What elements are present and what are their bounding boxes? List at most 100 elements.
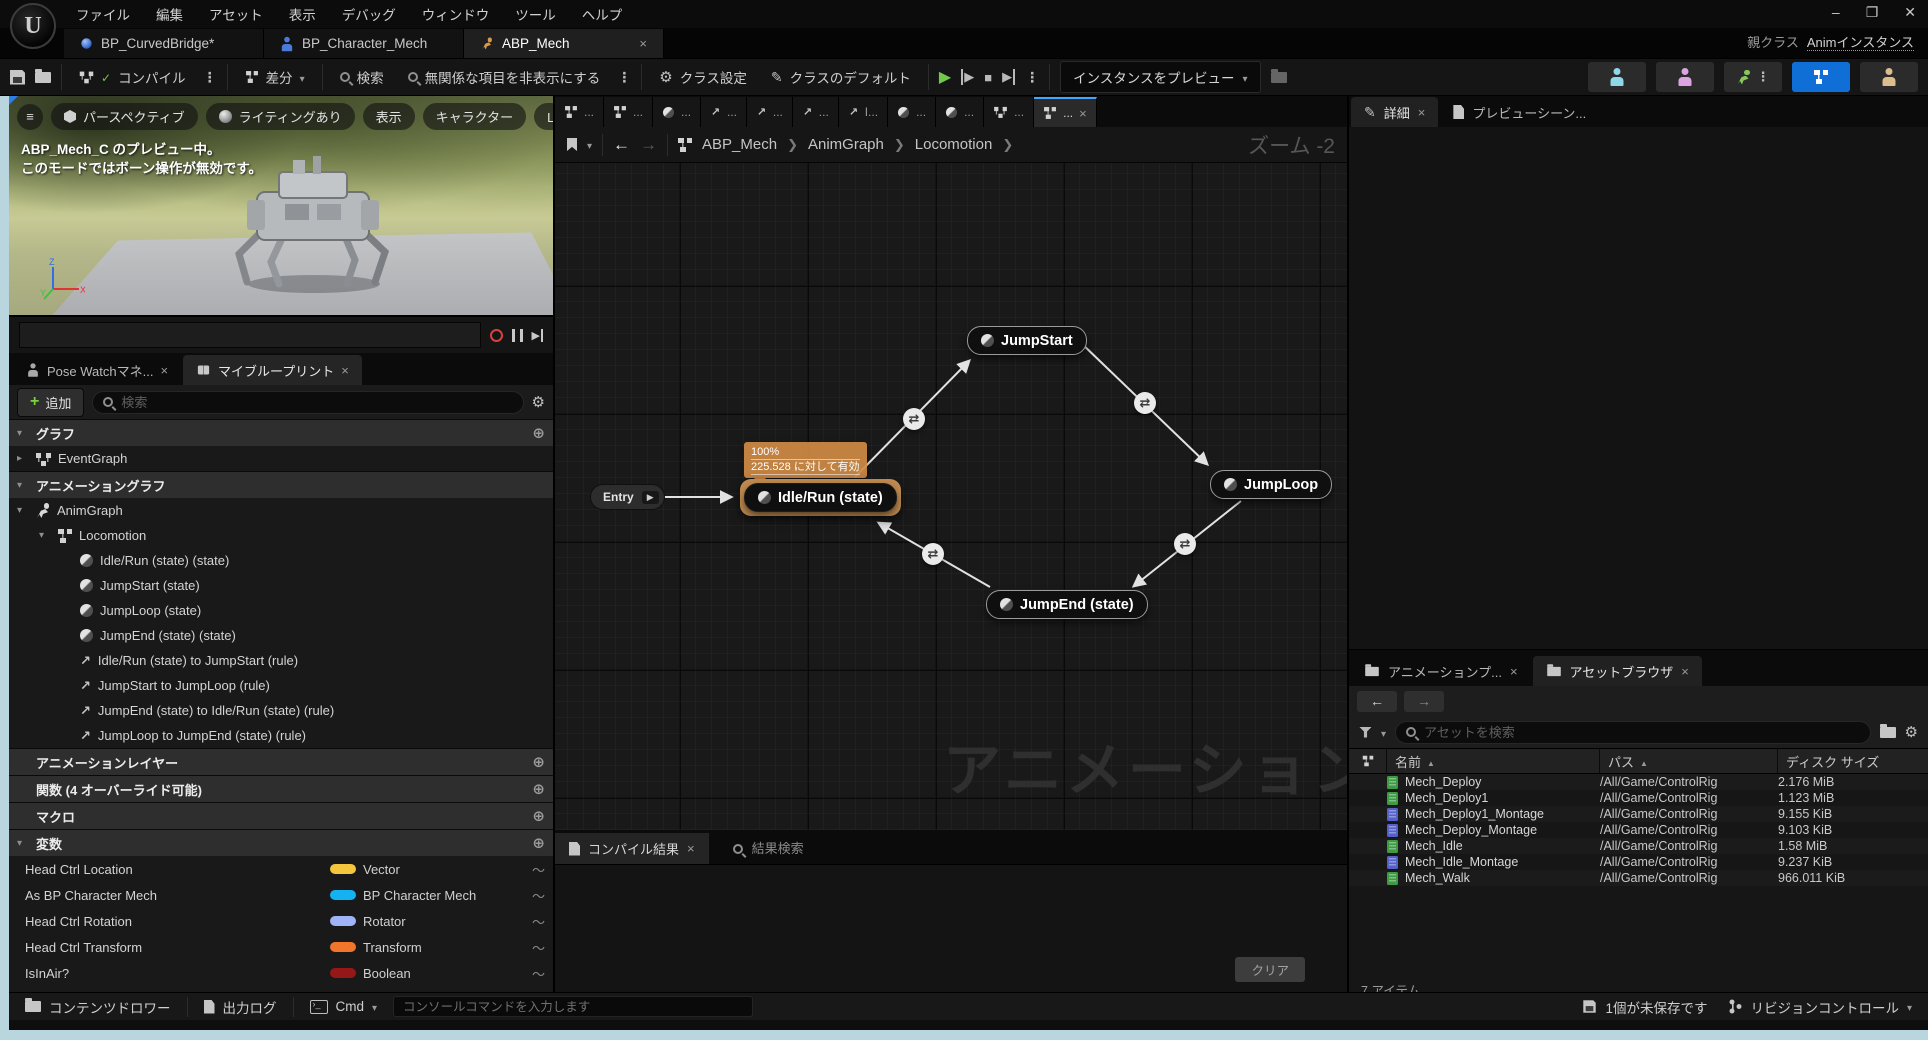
preview-instance-dropdown[interactable]: インスタンスをプレビュー: [1060, 61, 1261, 93]
console-command-box[interactable]: [393, 996, 754, 1017]
class-defaults-button[interactable]: クラスのデフォルト: [764, 62, 918, 92]
results-search-input[interactable]: [751, 841, 1296, 856]
step-forward-button[interactable]: [532, 328, 543, 342]
tree-row[interactable]: JumpEnd (state) to Idle/Run (state) (rul…: [9, 698, 553, 723]
Mech_Deploy1[interactable]: Mech_Deploy1 /All/Game/ControlRig 1.123 …: [1349, 790, 1928, 806]
breadcrumb-item[interactable]: AnimGraph ❯: [808, 136, 905, 153]
graph-canvas[interactable]: アニメーション Entry 1: [555, 163, 1347, 830]
find-button[interactable]: 検索: [333, 62, 391, 92]
tree-row[interactable]: 関数 (4 オーバーライド可能) オーバーライド: [9, 775, 553, 802]
viewport-option-pill[interactable]: パースペクティブ: [51, 103, 198, 130]
tree-row[interactable]: Head Ctrl Transform Transform: [9, 934, 553, 960]
left-panel-tab[interactable]: Pose Watchマネ...: [13, 355, 181, 385]
expander-icon[interactable]: [17, 838, 29, 849]
compile-button[interactable]: コンパイル: [72, 62, 193, 92]
asset-browser-tab[interactable]: アニメーションプ...: [1351, 656, 1531, 686]
menu-item[interactable]: ファイル: [64, 0, 142, 28]
back-button[interactable]: ←: [1357, 690, 1397, 712]
unsaved-indicator[interactable]: 1個が未保存です: [1576, 997, 1713, 1017]
column-header-size[interactable]: ディスク サイズ: [1778, 749, 1928, 773]
class-settings-button[interactable]: クラス設定: [652, 62, 754, 92]
graph-doc-tab[interactable]: ...: [701, 97, 747, 127]
add-item-icon[interactable]: [532, 780, 545, 798]
tree-row[interactable]: JumpEnd (state) (state): [9, 623, 553, 648]
add-item-icon[interactable]: [532, 807, 545, 825]
graph-doc-tab[interactable]: I...: [838, 97, 889, 127]
add-button[interactable]: 追加: [17, 387, 85, 417]
play-button[interactable]: [939, 67, 951, 87]
viewport-option-pill[interactable]: キャラクター: [422, 103, 527, 130]
asset-search-input[interactable]: [1424, 724, 1860, 740]
tree-row[interactable]: Locomotion: [9, 523, 553, 548]
expander-icon[interactable]: [17, 480, 29, 491]
bookmark-icon[interactable]: [567, 138, 577, 151]
close-icon[interactable]: [1510, 664, 1518, 679]
settings-gear-icon[interactable]: [532, 393, 545, 411]
asset-tab[interactable]: ABP_Mech: [464, 29, 664, 58]
play-options-icon[interactable]: [1025, 69, 1039, 86]
editor-mode-button[interactable]: [1656, 62, 1714, 92]
state-node-jumploop[interactable]: JumpLoop: [1210, 470, 1333, 499]
browse-icon[interactable]: [35, 68, 51, 83]
add-item-icon[interactable]: [532, 424, 545, 442]
filter-icon[interactable]: [1359, 726, 1372, 738]
Mech_Idle[interactable]: Mech_Idle /All/Game/ControlRig 1.58 MiB: [1349, 838, 1928, 854]
breadcrumb-item[interactable]: ABP_Mech ❯: [702, 136, 798, 153]
frame-skip-button[interactable]: [961, 69, 974, 85]
Mech_Deploy1_Montage[interactable]: Mech_Deploy1_Montage /All/Game/ControlRi…: [1349, 806, 1928, 822]
close-icon[interactable]: [160, 363, 168, 378]
menu-item[interactable]: アセット: [197, 0, 275, 28]
console-command-input[interactable]: [403, 999, 744, 1014]
asset-search[interactable]: [1395, 720, 1871, 744]
menu-item[interactable]: ヘルプ: [570, 0, 635, 28]
tree-row[interactable]: JumpStart to JumpLoop (rule): [9, 673, 553, 698]
tree-row[interactable]: アニメーションレイヤー: [9, 748, 553, 775]
graph-doc-tab[interactable]: ...: [936, 97, 985, 127]
state-node-jumpend[interactable]: JumpEnd (state): [986, 590, 1148, 619]
chevron-down-icon[interactable]: [587, 137, 592, 152]
timeline-scrubbar[interactable]: [19, 322, 481, 348]
viewport-menu-button[interactable]: ≡: [17, 103, 43, 130]
save-icon[interactable]: [10, 69, 25, 85]
editor-mode-button[interactable]: [1792, 62, 1850, 92]
tree-row[interactable]: As BP Character Mech BP Character Mech: [9, 882, 553, 908]
tree-row[interactable]: Head Ctrl Rotation Rotator: [9, 908, 553, 934]
not-exposed-icon[interactable]: [532, 964, 545, 983]
menu-item[interactable]: ウィンドウ: [410, 0, 502, 28]
graph-doc-tab[interactable]: ...: [888, 97, 937, 127]
chevron-down-icon[interactable]: [1381, 725, 1386, 740]
transition-rule-icon[interactable]: [1174, 533, 1196, 555]
editor-mode-button[interactable]: [1860, 62, 1918, 92]
menu-item[interactable]: デバッグ: [330, 0, 408, 28]
tree-row[interactable]: Head Ctrl Location Vector: [9, 856, 553, 882]
blueprint-search-input[interactable]: [121, 394, 513, 410]
state-node-idle-run[interactable]: Idle/Run (state): [744, 483, 897, 512]
breadcrumb-item[interactable]: Locomotion ❯: [915, 136, 1013, 153]
settings-gear-icon[interactable]: [1905, 723, 1918, 741]
pause-button[interactable]: [511, 328, 523, 342]
close-icon[interactable]: [639, 36, 647, 51]
close-icon[interactable]: [1079, 106, 1087, 121]
record-button[interactable]: [489, 328, 503, 342]
column-header-name[interactable]: 名前: [1387, 749, 1600, 773]
close-icon[interactable]: [1418, 105, 1426, 120]
menu-item[interactable]: 表示: [277, 0, 328, 28]
graph-doc-tab[interactable]: ...: [653, 97, 702, 127]
graph-doc-tab[interactable]: ...: [555, 97, 605, 127]
blueprint-search[interactable]: [92, 390, 524, 414]
expander-icon[interactable]: [17, 428, 29, 439]
revision-control-button[interactable]: リビジョンコントロール: [1723, 997, 1918, 1017]
asset-tab[interactable]: BP_Character_Mech: [264, 29, 464, 58]
hierarchy-icon[interactable]: [1362, 755, 1373, 767]
viewport-option-pill[interactable]: LOD オート: [534, 103, 553, 130]
expander-icon[interactable]: [17, 453, 29, 464]
stop-button[interactable]: [984, 70, 992, 85]
clear-button[interactable]: クリア: [1235, 957, 1305, 982]
not-exposed-icon[interactable]: [532, 860, 545, 879]
editor-mode-button[interactable]: [1588, 62, 1646, 92]
Mech_Deploy[interactable]: Mech_Deploy /All/Game/ControlRig 2.176 M…: [1349, 774, 1928, 790]
asset-tab[interactable]: BP_CurvedBridge*: [64, 29, 264, 58]
diff-button[interactable]: 差分: [238, 62, 312, 92]
tree-row[interactable]: Idle/Run (state) (state): [9, 548, 553, 573]
parent-class-link[interactable]: Animインスタンス: [1806, 35, 1914, 51]
